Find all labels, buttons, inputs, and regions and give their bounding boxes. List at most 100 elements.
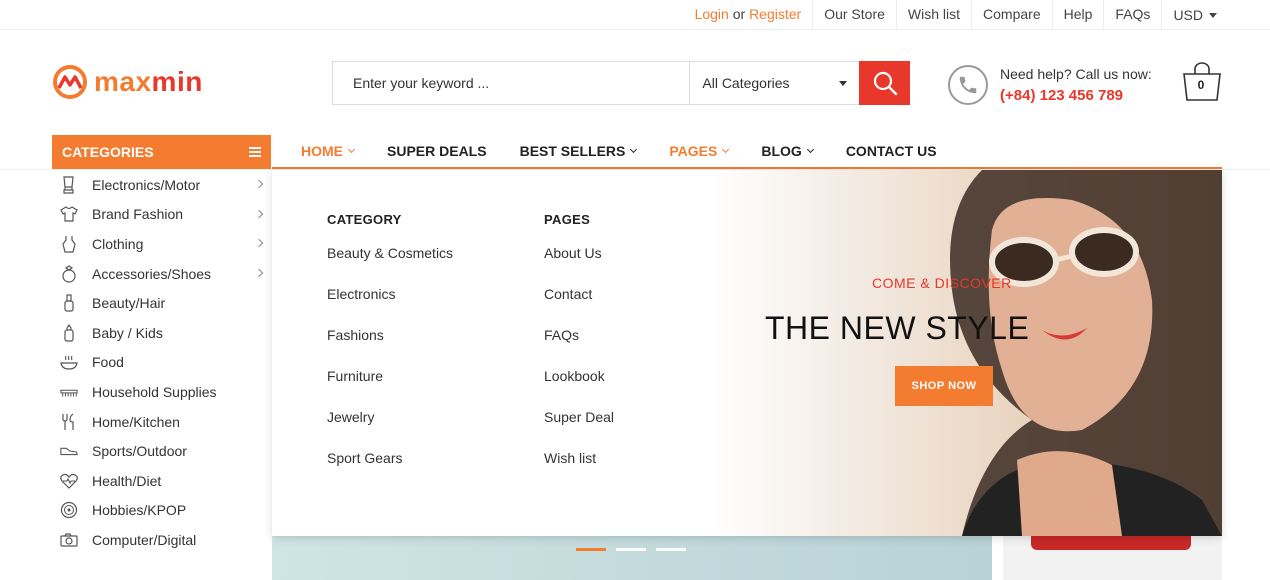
sidebar-item-baby-kids[interactable]: Baby / Kids (52, 318, 272, 348)
logo-text: maxmin (94, 66, 203, 97)
chevron-down-icon (630, 145, 638, 153)
mega-link[interactable]: Super Deal (544, 409, 614, 450)
banner-subtitle: COME & DISCOVER (872, 275, 1012, 291)
sidebar-item-sports-outdoor[interactable]: Sports/Outdoor (52, 436, 272, 466)
product-image (1031, 536, 1191, 550)
mega-link[interactable]: Sport Gears (327, 450, 453, 491)
mega-link[interactable]: Beauty & Cosmetics (327, 245, 453, 286)
nav-contact-us[interactable]: CONTACT US (846, 143, 937, 159)
cart-button[interactable]: 0 (1181, 62, 1223, 102)
nav-best-sellers[interactable]: BEST SELLERS (520, 143, 638, 159)
chevron-down-icon (806, 145, 814, 153)
sidebar-item-accessories-shoes[interactable]: Accessories/Shoes (52, 259, 272, 289)
sidebar-item-label: Beauty/Hair (92, 295, 166, 312)
sidebar-item-health-diet[interactable]: Health/Diet (52, 466, 272, 496)
wish-list-link[interactable]: Wish list (895, 0, 971, 30)
slider-dot[interactable] (656, 548, 686, 551)
vinyl-icon (60, 501, 78, 519)
camera-icon (60, 531, 78, 549)
chevron-down-icon (347, 145, 356, 153)
search-button[interactable] (859, 61, 911, 105)
nav-pages[interactable]: PAGES (669, 143, 730, 159)
category-sidebar: Electronics/Motor Brand Fashion Clothing… (52, 170, 272, 580)
nav-super-deals[interactable]: SUPER DEALS (387, 143, 487, 159)
caret-down-icon (1209, 12, 1217, 18)
cart-count: 0 (1197, 78, 1205, 92)
categories-toggle[interactable]: CATEGORIES (52, 135, 271, 169)
search-icon (873, 71, 897, 96)
shop-now-button[interactable]: SHOP NOW (895, 366, 993, 406)
help-phone[interactable]: (+84) 123 456 789 (1000, 85, 1152, 107)
dress-icon (60, 235, 78, 253)
sidebar-item-brand-fashion[interactable]: Brand Fashion (52, 200, 272, 230)
faqs-link[interactable]: FAQs (1103, 0, 1161, 30)
or-text: or (732, 6, 746, 22)
sidebar-item-food[interactable]: Food (52, 348, 272, 378)
our-store-link[interactable]: Our Store (812, 0, 896, 30)
mega-link[interactable]: FAQs (544, 327, 614, 368)
mega-link[interactable]: Jewelry (327, 409, 453, 450)
top-bar: Login or Register Our Store Wish list Co… (0, 0, 1270, 30)
sidebar-item-label: Hobbies/KPOP (92, 502, 187, 519)
mega-link[interactable]: Furniture (327, 368, 453, 409)
sidebar-item-beauty-hair[interactable]: Beauty/Hair (52, 288, 272, 318)
slider-dot[interactable] (576, 548, 606, 551)
mega-link[interactable]: Electronics (327, 286, 453, 327)
utensils-icon (60, 413, 78, 431)
food-icon (60, 353, 78, 371)
mega-column-pages: PAGES About Us Contact FAQs Lookbook Sup… (544, 212, 614, 491)
compare-link[interactable]: Compare (971, 0, 1052, 30)
search-input[interactable] (333, 62, 690, 104)
menu-icon (249, 147, 261, 157)
ring-icon (60, 264, 78, 283)
register-link[interactable]: Register (749, 6, 801, 22)
sidebar-item-label: Clothing (92, 235, 144, 252)
chevron-right-icon (254, 268, 264, 278)
slider-background (272, 536, 992, 580)
slider-dots (576, 548, 686, 551)
chevron-down-icon (722, 145, 730, 153)
comb-icon (60, 383, 78, 401)
categories-label: CATEGORIES (62, 144, 154, 160)
category-select[interactable]: All Categories (689, 62, 859, 104)
blender-icon (60, 176, 78, 194)
sidebar-item-household-supplies[interactable]: Household Supplies (52, 377, 272, 407)
account-links: Login or Register (684, 0, 813, 30)
sidebar-item-electronics-motor[interactable]: Electronics/Motor (52, 170, 272, 200)
mega-link[interactable]: About Us (544, 245, 614, 286)
mega-link[interactable]: Lookbook (544, 368, 614, 409)
sidebar-item-label: Home/Kitchen (92, 413, 180, 430)
sidebar-item-clothing[interactable]: Clothing (52, 229, 272, 259)
sidebar-item-label: Accessories/Shoes (92, 265, 212, 282)
currency-select[interactable]: USD (1161, 0, 1228, 30)
baby-bottle-icon (60, 323, 78, 342)
search-bar: All Categories (332, 61, 911, 105)
mega-link[interactable]: Wish list (544, 450, 614, 491)
mega-column-category: CATEGORY Beauty & Cosmetics Electronics … (327, 212, 453, 491)
caret-down-icon (839, 80, 848, 86)
sidebar-item-hobbies-kpop[interactable]: Hobbies/KPOP (52, 496, 272, 526)
phone-icon (948, 65, 988, 105)
mega-link[interactable]: Contact (544, 286, 614, 327)
slider-dot[interactable] (616, 548, 646, 551)
sidebar-item-label: Baby / Kids (92, 324, 163, 341)
sidebar-item-label: Brand Fashion (92, 206, 184, 223)
sidebar-item-label: Household Supplies (92, 383, 217, 400)
nav-blog[interactable]: BLOG (761, 143, 814, 159)
shirt-icon (60, 205, 78, 223)
heart-pulse-icon (60, 472, 78, 490)
help-contact: Need help? Call us now: (+84) 123 456 78… (948, 63, 1152, 107)
sidebar-item-computer-digital[interactable]: Computer/Digital (52, 525, 272, 555)
banner-title: THE NEW STYLE (765, 310, 1030, 346)
nav-home[interactable]: HOME (301, 143, 356, 159)
chevron-right-icon (254, 179, 264, 189)
login-link[interactable]: Login (695, 6, 729, 22)
sidebar-item-home-kitchen[interactable]: Home/Kitchen (52, 407, 272, 437)
model-illustration (950, 170, 1222, 536)
chevron-right-icon (254, 238, 264, 248)
logo[interactable]: maxmin (52, 64, 203, 100)
mega-link[interactable]: Fashions (327, 327, 453, 368)
help-link[interactable]: Help (1051, 0, 1104, 30)
sidebar-item-label: Computer/Digital (92, 531, 197, 548)
sidebar-item-label: Sports/Outdoor (92, 443, 187, 460)
